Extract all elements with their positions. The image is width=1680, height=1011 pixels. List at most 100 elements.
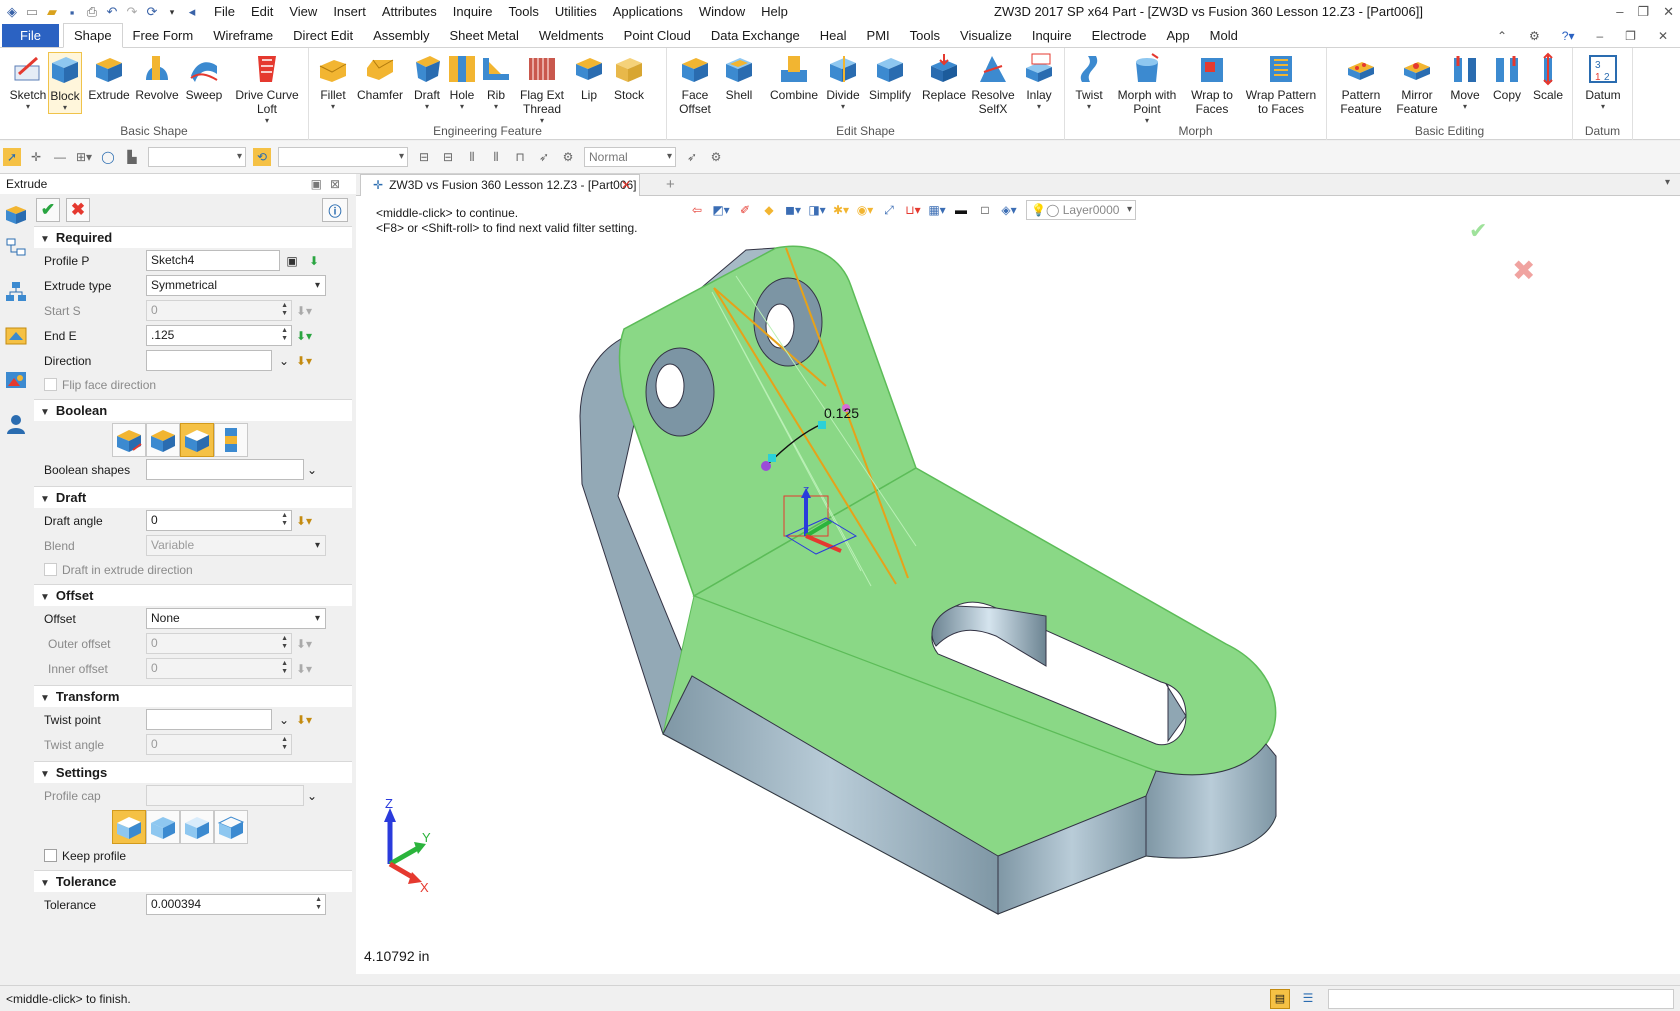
cap-both-button[interactable] [112,810,146,844]
section-offset[interactable]: ▼ Offset [34,584,352,606]
menu-attributes[interactable]: Attributes [374,0,445,24]
tab-file[interactable]: File [2,24,59,47]
boolean-intersect-button[interactable] [214,423,248,457]
chamfer-button[interactable]: Chamfer [355,52,405,102]
combine-button[interactable]: Combine [769,52,819,102]
feature-dialog-icon[interactable] [4,202,28,226]
inlay-button[interactable]: Inlay ▾ [1021,52,1057,112]
draft-spinner-icon[interactable]: ▲ ▼ [281,512,288,528]
direction-pick-icon[interactable]: ⬇▾ [296,353,312,369]
end-input[interactable]: .125 ▲ ▼ [146,325,292,346]
tab-data-exchange[interactable]: Data Exchange [701,24,810,47]
dimension-value[interactable]: 0.125 [824,405,859,421]
boolean-shapes-expand-icon[interactable]: ⌄ [304,462,320,478]
dim-handle-3[interactable] [818,421,826,429]
view-manager-icon[interactable] [4,324,28,348]
shell-button[interactable]: Shell [721,52,757,102]
outer-pick-icon[interactable]: ⬇▾ [296,636,312,652]
tab-app[interactable]: App [1157,24,1200,47]
new-tab-icon[interactable]: + [666,176,675,193]
twist-spinner-icon[interactable]: ▲ ▼ [281,736,288,752]
smart-pick-icon[interactable]: ⟲ [253,148,271,166]
status-list-icon[interactable]: ☰ [1298,989,1318,1009]
boolean-remove-button[interactable] [180,423,214,457]
section-required[interactable]: ▼ Required [34,226,352,248]
menu-window[interactable]: Window [691,0,753,24]
assembly-manager-icon[interactable] [4,280,28,304]
render-mode-combo[interactable]: Normal [584,147,676,167]
mirror-feature-button[interactable]: Mirror Feature [1389,52,1445,116]
lip-button[interactable]: Lip [571,52,607,102]
tab-tools[interactable]: Tools [900,24,950,47]
tool-d-icon[interactable]: ⫴ [487,148,505,166]
panel-close-icon[interactable]: ⊠ [330,177,348,191]
tab-weldments[interactable]: Weldments [529,24,614,47]
flip-checkbox[interactable] [44,378,57,391]
draft-dir-checkbox[interactable] [44,563,57,576]
panel-pin-icon[interactable]: ▣ [311,177,330,191]
restore-icon[interactable]: ❐ [1637,0,1649,24]
draft-pick-icon[interactable]: ⬇▾ [296,513,312,529]
status-input[interactable] [1328,989,1674,1009]
section-draft[interactable]: ▼ Draft [34,486,352,508]
doc-minimize-icon[interactable]: – [1596,24,1603,48]
tool-e-icon[interactable]: ⊓ [511,148,529,166]
undo-icon[interactable]: ↶ [104,4,120,20]
menu-edit[interactable]: Edit [243,0,281,24]
morph-with-point-button[interactable]: Morph with Point ▾ [1113,52,1181,126]
end-pick-icon[interactable]: ⬇▾ [296,328,312,344]
new-file-icon[interactable]: ▭ [24,4,40,20]
app-logo-icon[interactable]: ◈ [4,4,20,20]
history-combo[interactable] [278,147,408,167]
history-manager-icon[interactable] [4,236,28,260]
drive-curve-loft-button[interactable]: Drive Curve Loft ▾ [232,52,302,126]
twist-expand-icon[interactable]: ⌄ [276,712,292,728]
model-canvas[interactable]: 0.125 Z Z Y X [356,196,1680,974]
cancel-button[interactable]: ✖ [66,198,90,222]
outer-offset-input[interactable]: 0 ▲ ▼ [146,633,292,654]
cap-start-button[interactable] [146,810,180,844]
tab-list-icon[interactable]: ▾ [1665,177,1670,188]
quick-access-dropdown-icon[interactable]: ▾ [164,4,180,20]
tab-shape[interactable]: Shape [62,23,123,48]
doc-restore-icon[interactable]: ❐ [1625,24,1636,48]
fillet-button[interactable]: Fillet ▾ [313,52,353,112]
menu-help[interactable]: Help [753,0,796,24]
redo-icon[interactable]: ↷ [124,4,140,20]
simplify-button[interactable]: Simplify [865,52,915,102]
start-input[interactable]: 0 ▲ ▼ [146,300,292,321]
datum-button[interactable]: 321 Datum ▾ [1583,52,1623,112]
section-transform[interactable]: ▼ Transform [34,685,352,707]
circle-select-icon[interactable]: ◯ [99,148,117,166]
open-file-icon[interactable]: ▰ [44,4,60,20]
hole-button[interactable]: Hole ▾ [445,52,479,112]
boolean-base-button[interactable] [112,423,146,457]
profile-pick-icon[interactable]: ⬇ [306,253,322,269]
face-offset-button[interactable]: Face Offset [673,52,717,116]
section-boolean[interactable]: ▼ Boolean [34,399,352,421]
tab-point-cloud[interactable]: Point Cloud [614,24,701,47]
sketch-button[interactable]: Sketch ▾ [8,52,48,112]
menu-inquire[interactable]: Inquire [445,0,501,24]
outer-spinner-icon[interactable]: ▲ ▼ [281,635,288,651]
save-icon[interactable]: ▪ [64,4,80,20]
start-pick-icon[interactable]: ⬇▾ [296,303,312,319]
wrap-to-faces-button[interactable]: Wrap to Faces [1187,52,1237,116]
tool-a-icon[interactable]: ⊟ [415,148,433,166]
select-box-icon[interactable]: ⊞▾ [75,148,93,166]
line-icon[interactable]: — [51,148,69,166]
tab-free-form[interactable]: Free Form [123,24,204,47]
profile-list-icon[interactable]: ▣ [284,253,300,269]
collapse-ribbon-icon[interactable]: ⌃ [1497,24,1507,48]
offset-select[interactable]: None [146,608,326,629]
sweep-button[interactable]: Sweep [183,52,225,102]
boolean-add-button[interactable] [146,423,180,457]
menu-utilities[interactable]: Utilities [547,0,605,24]
section-tolerance[interactable]: ▼ Tolerance [34,870,352,892]
boolean-shapes-input[interactable] [146,459,304,480]
cap-end-button[interactable] [180,810,214,844]
filter-icon[interactable]: ▙ [123,148,141,166]
pointer-2-icon[interactable]: ➶ [683,148,701,166]
tab-sheet-metal[interactable]: Sheet Metal [440,24,529,47]
user-icon[interactable] [4,412,28,436]
